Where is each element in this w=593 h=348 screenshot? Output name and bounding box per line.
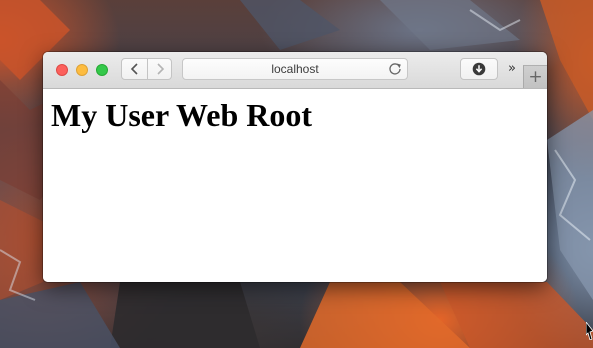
downloads-button[interactable] bbox=[460, 58, 498, 80]
address-bar[interactable]: localhost bbox=[182, 58, 408, 80]
new-tab-button[interactable]: + bbox=[523, 65, 547, 88]
toolbar: localhost » + bbox=[43, 52, 547, 89]
back-button[interactable] bbox=[122, 59, 148, 79]
minimize-window-button[interactable] bbox=[76, 64, 88, 76]
chevron-left-icon bbox=[130, 63, 138, 75]
navigation-buttons bbox=[121, 58, 172, 80]
reload-icon bbox=[389, 63, 401, 75]
web-page-content: My User Web Root bbox=[43, 89, 547, 282]
forward-button[interactable] bbox=[147, 59, 172, 79]
address-bar-url: localhost bbox=[271, 62, 319, 76]
mouse-pointer bbox=[585, 320, 593, 341]
arrow-cursor-icon bbox=[585, 320, 593, 341]
maximize-window-button[interactable] bbox=[96, 64, 108, 76]
download-icon bbox=[472, 62, 486, 76]
chevron-right-icon bbox=[156, 63, 164, 75]
toolbar-overflow-button[interactable]: » bbox=[504, 60, 518, 78]
reload-button[interactable] bbox=[388, 62, 402, 76]
safari-window: localhost » + My User Web Root bbox=[43, 52, 547, 282]
page-heading: My User Web Root bbox=[51, 97, 313, 133]
close-window-button[interactable] bbox=[56, 64, 68, 76]
